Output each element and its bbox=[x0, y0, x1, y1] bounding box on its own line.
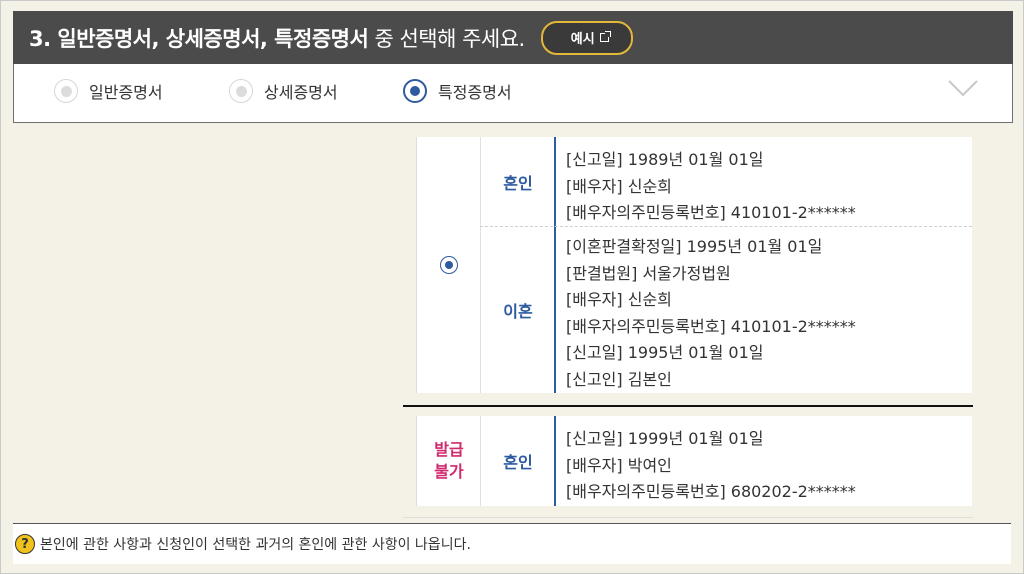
record-group-2: 발급 불가 혼인 [신고일] 1999년 01월 01일 [배우자] 박여인 [… bbox=[416, 416, 972, 506]
record-kind: 이혼 bbox=[480, 227, 555, 393]
record-group-selectable: 혼인 [신고일] 1989년 01월 01일 [배우자] 신순희 [배우자의주민… bbox=[416, 137, 972, 393]
record-kind: 혼인 bbox=[480, 137, 555, 227]
radio-general[interactable] bbox=[54, 79, 78, 103]
external-link-icon bbox=[599, 31, 611, 42]
record-group-1: 혼인 [신고일] 1989년 01월 01일 [배우자] 신순희 [배우자의주민… bbox=[416, 137, 972, 393]
radio-specific[interactable] bbox=[403, 79, 427, 103]
section-header: 3. 일반증명서, 상세증명서, 특정증명서 중 선택해 주세요. 예시 bbox=[13, 11, 1013, 64]
group-divider bbox=[403, 405, 973, 407]
option-detailed-certificate[interactable]: 상세증명서 bbox=[229, 79, 338, 103]
question-icon: ? bbox=[15, 534, 35, 554]
help-note-text: 본인에 관한 사항과 신청인이 선택한 과거의 혼인에 관한 사항이 나옵니다. bbox=[40, 537, 471, 553]
record-row-divorce: 이혼 [이혼판결확정일] 1995년 01월 01일 [판결법원] 서울가정법원… bbox=[480, 227, 972, 393]
record-select-radio[interactable] bbox=[440, 256, 458, 274]
chevron-down-icon[interactable] bbox=[948, 79, 978, 99]
record-details: [이혼판결확정일] 1995년 01월 01일 [판결법원] 서울가정법원 [배… bbox=[554, 227, 972, 393]
option-general-certificate[interactable]: 일반증명서 bbox=[54, 79, 163, 103]
radio-detailed[interactable] bbox=[229, 79, 253, 103]
record-details: [신고일] 1989년 01월 01일 [배우자] 신순희 [배우자의주민등록번… bbox=[554, 137, 972, 227]
record-row-marriage-2: 혼인 [신고일] 1999년 01월 01일 [배우자] 박여인 [배우자의주민… bbox=[480, 416, 972, 506]
table-bottom-rule bbox=[403, 517, 973, 518]
record-select-cell bbox=[416, 137, 481, 393]
option-specific-certificate[interactable]: 특정증명서 bbox=[403, 79, 512, 103]
record-details: [신고일] 1999년 01월 01일 [배우자] 박여인 [배우자의주민등록번… bbox=[554, 416, 972, 506]
help-note: ? 본인에 관한 사항과 신청인이 선택한 과거의 혼인에 관한 사항이 나옵니… bbox=[13, 523, 1011, 564]
section-title: 3. 일반증명서, 상세증명서, 특정증명서 중 선택해 주세요. bbox=[29, 26, 525, 51]
record-row-marriage: 혼인 [신고일] 1989년 01월 01일 [배우자] 신순희 [배우자의주민… bbox=[480, 137, 972, 227]
record-kind: 혼인 bbox=[480, 416, 555, 506]
certificate-type-options: 일반증명서 상세증명서 특정증명서 bbox=[13, 64, 1013, 123]
example-button[interactable]: 예시 bbox=[540, 20, 633, 55]
unavailable-label: 발급 불가 bbox=[416, 416, 481, 506]
